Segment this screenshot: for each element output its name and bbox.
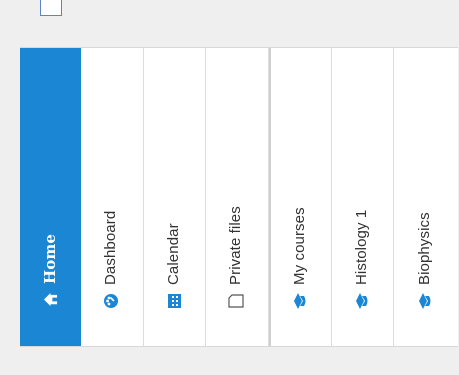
nav-item-label: Histology 1 xyxy=(352,209,370,285)
nav-item-label: Home xyxy=(40,234,59,284)
nav-item-dashboard[interactable]: Dashboard xyxy=(81,48,144,346)
nav-item-home[interactable]: Home xyxy=(20,48,81,346)
nav-item-label: Biophysics xyxy=(415,212,433,285)
nav-item-biophysics[interactable]: Biophysics xyxy=(394,48,457,346)
calendar-icon xyxy=(165,293,181,309)
nav-item-histology-1[interactable]: Histology 1 xyxy=(332,48,394,346)
nav-item-label: Private files xyxy=(227,206,244,285)
graduation-cap-icon xyxy=(416,293,432,309)
graduation-cap-icon xyxy=(353,293,369,309)
graduation-cap-icon xyxy=(292,293,308,309)
home-icon xyxy=(42,292,58,308)
nav-item-label: Calendar xyxy=(164,223,182,285)
navigation-panel: Home Dashboard Calendar Private files My… xyxy=(20,47,458,347)
nav-item-label: My courses xyxy=(291,207,308,285)
nav-item-label: Dashboard xyxy=(102,210,119,285)
page: Home Dashboard Calendar Private files My… xyxy=(0,0,459,375)
nav-item-calendar[interactable]: Calendar xyxy=(144,48,206,346)
dashboard-icon xyxy=(103,293,119,309)
nav-item-my-courses[interactable]: My courses xyxy=(269,48,332,346)
checkbox[interactable] xyxy=(40,0,62,16)
file-icon xyxy=(227,293,244,309)
nav-item-private-files[interactable]: Private files xyxy=(206,48,269,346)
